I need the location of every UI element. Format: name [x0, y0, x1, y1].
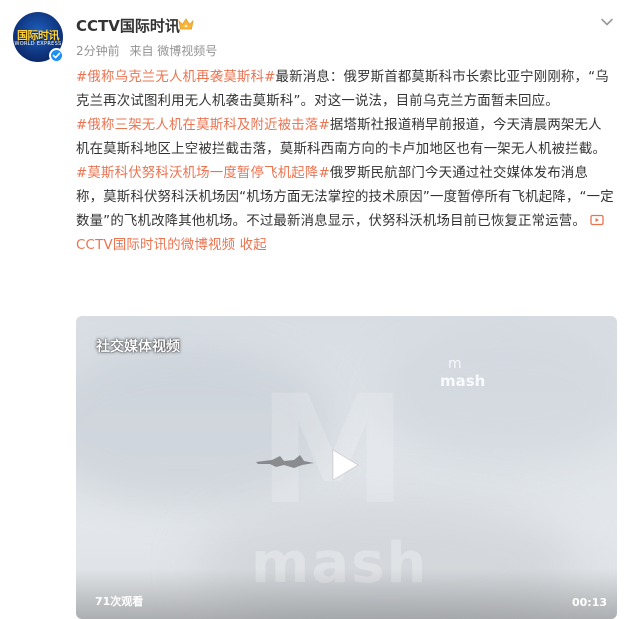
play-icon[interactable]: [323, 445, 363, 485]
topic-link[interactable]: #莫斯科伏努科沃机场一度暂停飞机起降#: [76, 166, 330, 181]
weibo-post-card: 国际时讯 WORLD EXPRESS CCTV国际时讯 2分钟前 来自 微博视频…: [0, 0, 626, 619]
video-link-icon: [590, 214, 605, 226]
view-count: 71次观看: [95, 595, 144, 608]
post-time[interactable]: 2分钟前: [76, 44, 120, 58]
video-link-label: CCTV国际时讯的微博视频: [76, 238, 236, 253]
topic-link[interactable]: #俄称乌克兰无人机再袭莫斯科#: [76, 70, 276, 85]
post-text: #俄称乌克兰无人机再袭莫斯科#最新消息：俄罗斯首都莫斯科市长索比亚宁刚刚称，“乌…: [76, 66, 614, 258]
chevron-down-icon[interactable]: [599, 14, 615, 30]
post-meta: 2分钟前 来自 微博视频号: [76, 42, 223, 59]
drone-silhouette: [256, 455, 314, 468]
video-player[interactable]: M mash m mash 社交媒体视频 71次观看 00:13: [76, 316, 617, 619]
crown-icon: [178, 18, 194, 30]
video-controls-shade: [76, 569, 617, 619]
watermark-mark: m: [448, 356, 462, 372]
watermark-small: mash: [440, 372, 486, 390]
post-source[interactable]: 来自 微博视频号: [129, 44, 217, 58]
collapse-link[interactable]: 收起: [240, 238, 267, 253]
verified-icon: [49, 48, 64, 63]
topic-link[interactable]: #俄称三架无人机在莫斯科及附近被击落#: [76, 118, 330, 133]
video-frame-cloud: [376, 326, 617, 466]
video-duration: 00:13: [571, 596, 607, 609]
author-name[interactable]: CCTV国际时讯: [76, 15, 180, 36]
avatar-logo-subtext: WORLD EXPRESS: [14, 41, 62, 47]
video-source-label: 社交媒体视频: [96, 339, 180, 355]
